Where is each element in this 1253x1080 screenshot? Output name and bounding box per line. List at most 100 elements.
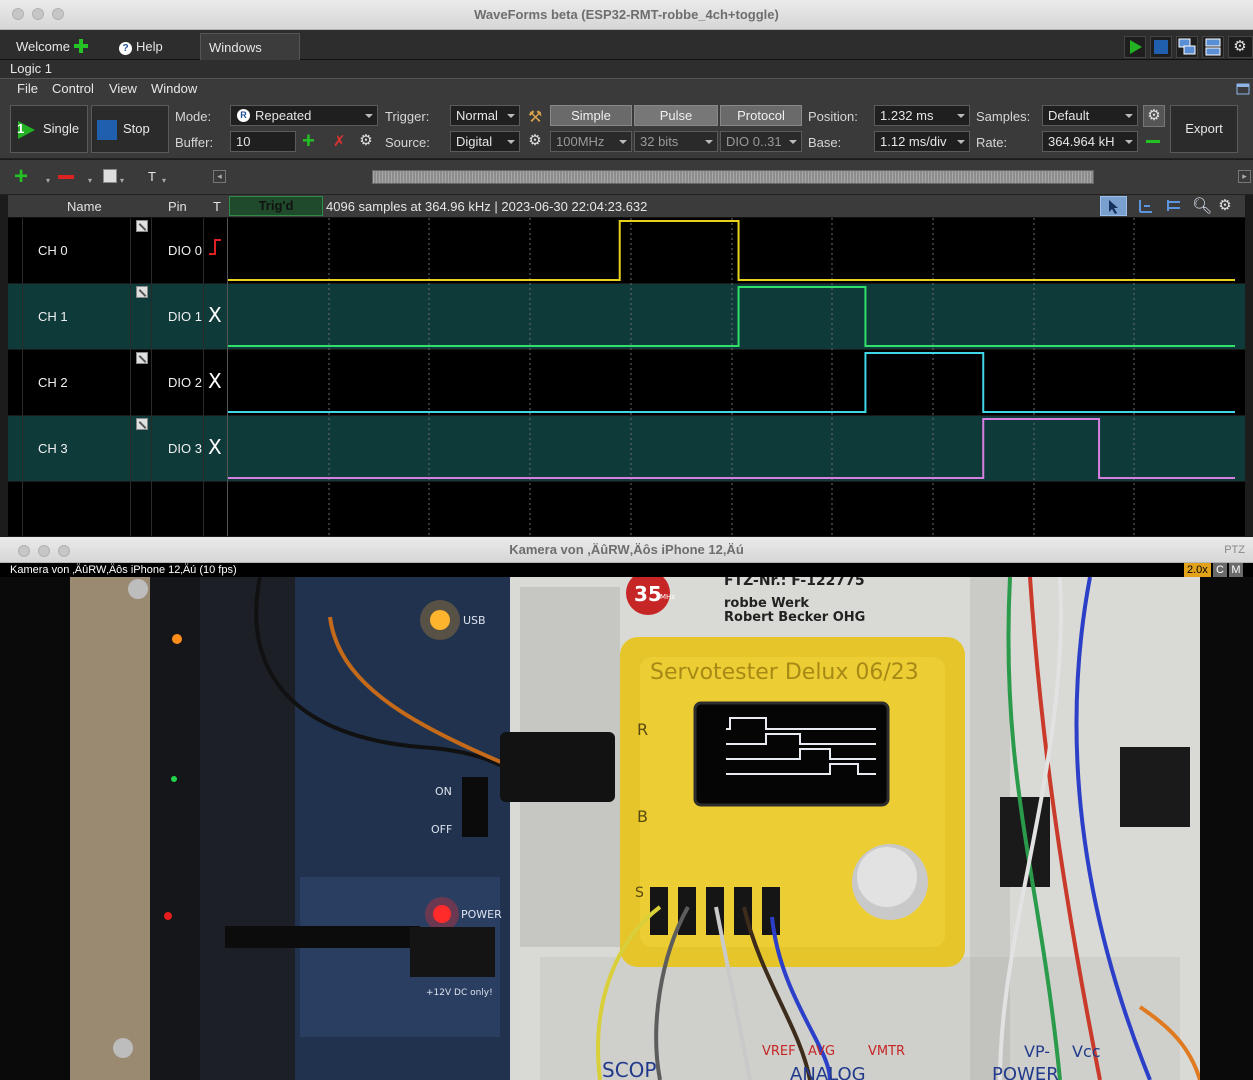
cascade-windows-button[interactable] xyxy=(1176,36,1198,58)
trigger-select[interactable]: Normal xyxy=(450,105,520,126)
psu-label: +12V DC only! xyxy=(426,988,493,998)
plot-settings-icon[interactable]: ⚙ xyxy=(1217,198,1233,214)
add-channel-icon[interactable]: + xyxy=(14,163,28,191)
mode-icon: R xyxy=(237,109,250,122)
cursor-x-icon[interactable] xyxy=(1136,197,1154,218)
rate-select[interactable]: 364.964 kH xyxy=(1042,131,1138,152)
zoom-icon[interactable]: 🔍︎ xyxy=(1192,196,1212,216)
no-trigger-icon[interactable]: X xyxy=(208,303,222,327)
expand-panel-icon[interactable]: ▸ xyxy=(1238,170,1251,183)
dio-range-select[interactable]: DIO 0..31 xyxy=(720,131,802,152)
waveform-plot[interactable]: CH 0 DIO 0 CH 1 DIO 1 X CH 2 DIO 2 X CH 3 DIO 3 X xyxy=(8,218,1245,536)
collapse-panel-icon[interactable]: ◂ xyxy=(213,170,226,183)
add-instrument-icon[interactable] xyxy=(73,39,88,53)
trigger-pulse-button[interactable]: Pulse xyxy=(634,105,718,126)
remove-channel-icon[interactable] xyxy=(58,175,74,179)
source-select[interactable]: Digital xyxy=(450,131,520,152)
column-pin-header: Pin xyxy=(168,199,187,214)
channel-name: CH 1 xyxy=(38,309,68,324)
export-button[interactable]: Export xyxy=(1170,105,1238,153)
tab-welcome[interactable]: Welcome xyxy=(8,33,96,60)
buffer-label: Buffer: xyxy=(175,135,214,150)
app-tab-bar: Welcome ? Help Windows ⚙ xyxy=(0,30,1253,60)
remove-channel-dropdown-icon[interactable]: ▾ xyxy=(88,176,92,185)
samples-settings-button[interactable]: ⚙ xyxy=(1143,105,1165,127)
menu-bar: File Control View Window xyxy=(0,79,1253,99)
waveform-canvas xyxy=(228,218,1235,536)
channel-edit-icon[interactable] xyxy=(136,220,148,232)
mode-select[interactable]: R Repeated xyxy=(230,105,378,126)
channel-pin: DIO 1 xyxy=(168,309,202,324)
source-label: Source: xyxy=(385,135,430,150)
mirror-button[interactable]: M xyxy=(1229,563,1243,577)
channel-edit-icon[interactable] xyxy=(136,418,148,430)
camera-minimize-button[interactable] xyxy=(38,545,50,557)
channel-edit-icon[interactable] xyxy=(136,352,148,364)
vref-label: VREF xyxy=(762,1044,796,1059)
trigger-column-toggle[interactable]: T xyxy=(148,169,156,184)
menu-window[interactable]: Window xyxy=(151,79,197,99)
rate-minus-icon[interactable] xyxy=(1146,140,1160,143)
menu-view[interactable]: View xyxy=(109,79,137,99)
samples-select[interactable]: Default xyxy=(1042,105,1138,126)
no-trigger-icon[interactable]: X xyxy=(208,369,222,393)
settings-button[interactable]: ⚙ xyxy=(1228,36,1253,58)
stop-all-button[interactable] xyxy=(1150,36,1172,58)
color-button[interactable]: C xyxy=(1213,563,1227,577)
base-input[interactable]: 1.12 ms/div xyxy=(874,131,970,152)
single-button[interactable]: 1 Single xyxy=(10,105,88,153)
trigger-simple-button[interactable]: Simple xyxy=(550,105,632,126)
instrument-header: Logic 1 xyxy=(0,60,1253,79)
ptz-label[interactable]: PTZ xyxy=(1224,537,1245,563)
dock-icon[interactable] xyxy=(1235,81,1251,97)
channel-name: CH 3 xyxy=(38,441,68,456)
maker-label-2: Robert Becker OHG xyxy=(724,610,865,625)
rate-filter-select[interactable]: 100MHz xyxy=(550,131,632,152)
tab-help[interactable]: ? Help xyxy=(111,33,171,60)
edit-channel-icon[interactable] xyxy=(103,169,117,183)
edit-dropdown-icon[interactable]: ▾ xyxy=(120,176,124,185)
cursor-y-icon[interactable] xyxy=(1165,197,1183,218)
zoom-window-button[interactable] xyxy=(52,8,64,20)
stop-icon xyxy=(97,120,117,140)
run-all-button[interactable] xyxy=(1124,36,1146,58)
scope-label: SCOP xyxy=(602,1058,656,1080)
tile-windows-button[interactable] xyxy=(1202,36,1224,58)
position-input[interactable]: 1.232 ms xyxy=(874,105,970,126)
camera-close-button[interactable] xyxy=(18,545,30,557)
add-channel-dropdown-icon[interactable]: ▾ xyxy=(46,176,50,185)
vmtr-label: VMTR xyxy=(868,1044,905,1059)
zoom-badge[interactable]: 2.0x xyxy=(1184,563,1211,577)
close-window-button[interactable] xyxy=(12,8,24,20)
waveforms-title-bar: WaveForms beta (ESP32-RMT-robbe_4ch+togg… xyxy=(0,0,1253,30)
channel-name: CH 2 xyxy=(38,375,68,390)
add-buffer-icon[interactable]: + xyxy=(302,128,315,154)
rising-edge-trigger-icon[interactable] xyxy=(208,237,222,261)
time-scrollbar[interactable] xyxy=(372,170,1094,184)
stop-button[interactable]: Stop xyxy=(91,105,169,153)
trigger-column-dropdown-icon[interactable]: ▾ xyxy=(162,176,166,185)
channel-1-trace xyxy=(228,286,1235,347)
source-settings-icon[interactable]: ⚙ xyxy=(527,133,543,149)
select-tool-button[interactable] xyxy=(1100,196,1127,216)
menu-control[interactable]: Control xyxy=(52,79,94,99)
clear-buffer-icon[interactable]: ✗ xyxy=(333,132,346,150)
vcc-label: Vcc xyxy=(1072,1042,1101,1061)
vp-label: VP- xyxy=(1024,1042,1050,1061)
camera-zoom-button[interactable] xyxy=(58,545,70,557)
minimize-window-button[interactable] xyxy=(32,8,44,20)
maker-label-1: robbe Werk xyxy=(724,596,809,611)
buffer-spinbox[interactable]: 10 xyxy=(230,131,296,152)
trigger-hammer-icon[interactable]: ⚒ xyxy=(528,107,542,127)
dio-range-value: DIO 0..31 xyxy=(726,134,782,149)
buffer-settings-icon[interactable]: ⚙ xyxy=(358,133,374,149)
trigger-protocol-button[interactable]: Protocol xyxy=(720,105,802,126)
channel-edit-icon[interactable] xyxy=(136,286,148,298)
bits-select[interactable]: 32 bits xyxy=(634,131,718,152)
channel-pin: DIO 3 xyxy=(168,441,202,456)
menu-file[interactable]: File xyxy=(17,79,38,99)
stop-label: Stop xyxy=(123,121,150,136)
no-trigger-icon[interactable]: X xyxy=(208,435,222,459)
rate-label: Rate: xyxy=(976,135,1008,150)
tab-windows[interactable]: Windows xyxy=(200,33,300,60)
